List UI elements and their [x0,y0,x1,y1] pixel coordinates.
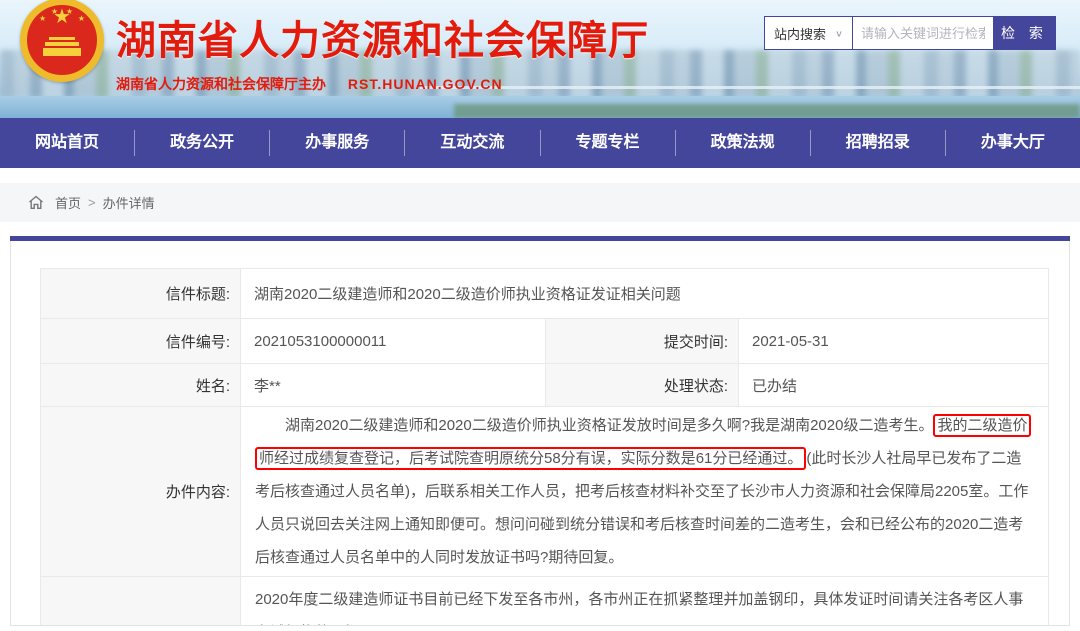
emblem-small-star-icon: ★ [66,8,73,16]
table-row-letter-number: 信件编号: 2021053100000011 提交时间: 2021-05-31 [41,319,1049,364]
field-label-letter-number: 信件编号: [41,319,241,364]
text-segment: 2020年度二级建造师证书目前已经下发至各市州，各市州正在抓紧整理并加盖钢印，具… [255,591,1023,626]
nav-item-0[interactable]: 网站首页 [0,118,134,168]
search-scope-select[interactable]: 站内搜索 ∨ [765,17,853,49]
home-icon[interactable] [28,195,44,210]
nav-item-1[interactable]: 政务公开 [135,118,269,168]
site-url: RST.HUNAN.GOV.CN [348,76,503,92]
table-row-reply: 答复内容 2020年度二级建造师证书目前已经下发至各市州，各市州正在抓紧整理并加… [41,577,1049,627]
main-nav: 网站首页政务公开办事服务互动交流专题专栏政策法规招聘招录办事大厅 [0,118,1080,168]
field-value-letter-number: 2021053100000011 [241,319,546,364]
field-label-submit-time: 提交时间: [546,319,739,364]
emblem-small-star-icon: ★ [51,8,58,16]
nav-item-5[interactable]: 政策法规 [676,118,810,168]
field-label-name: 姓名: [41,364,241,407]
field-value-letter-title: 湖南2020二级建造师和2020二级造价师执业资格证发证相关问题 [241,269,1049,319]
emblem-gate-icon [43,35,81,57]
field-value-content: 湖南2020二级建造师和2020二级造价师执业资格证发放时间是多久啊?我是湖南2… [241,407,1049,577]
field-label-status: 处理状态: [546,364,739,407]
nav-item-2[interactable]: 办事服务 [270,118,404,168]
national-emblem-logo: ★ ★ ★ ★ ★ [20,0,104,82]
nav-item-7[interactable]: 办事大厅 [946,118,1080,168]
site-subtitle: 湖南省人力资源和社会保障厅主办 [116,76,326,92]
field-value-name: 李** [241,364,546,407]
site-search-bar: 站内搜索 ∨ 检 索 [764,16,1056,50]
breadcrumb-home[interactable]: 首页 [55,193,81,212]
site-title: 湖南省人力资源和社会保障厅 [116,8,649,66]
nav-item-6[interactable]: 招聘招录 [811,118,945,168]
content-paragraph: 湖南2020二级建造师和2020二级造价师执业资格证发放时间是多久啊?我是湖南2… [255,409,1036,574]
detail-table: 信件标题: 湖南2020二级建造师和2020二级造价师执业资格证发证相关问题 信… [40,268,1049,626]
breadcrumb: 首页 > 办件详情 [0,183,1080,222]
table-row-letter-title: 信件标题: 湖南2020二级建造师和2020二级造价师执业资格证发证相关问题 [41,269,1049,319]
field-value-status: 已办结 [739,364,1049,407]
search-input[interactable] [853,17,993,49]
site-header: ★ ★ ★ ★ ★ 湖南省人力资源和社会保障厅 湖南省人力资源和社会保障厅主办 … [0,0,1080,118]
search-button[interactable]: 检 索 [993,17,1055,49]
chevron-down-icon: ∨ [835,28,843,38]
field-label-letter-title: 信件标题: [41,269,241,319]
breadcrumb-current: 办件详情 [103,193,155,212]
field-label-reply: 答复内容 [41,577,241,627]
breadcrumb-separator: > [88,195,96,210]
emblem-small-star-icon: ★ [39,15,46,23]
nav-item-3[interactable]: 互动交流 [405,118,539,168]
field-value-reply: 2020年度二级建造师证书目前已经下发至各市州，各市州正在抓紧整理并加盖钢印，具… [241,577,1049,627]
riverbank-decoration [454,104,1080,118]
search-scope-label: 站内搜索 [774,24,826,43]
field-label-content: 办件内容: [41,407,241,577]
reply-paragraph: 2020年度二级建造师证书目前已经下发至各市州，各市州正在抓紧整理并加盖钢印，具… [255,583,1036,626]
site-identity: 湖南省人力资源和社会保障厅 湖南省人力资源和社会保障厅主办 RST.HUNAN.… [116,8,649,94]
detail-panel: 信件标题: 湖南2020二级建造师和2020二级造价师执业资格证发证相关问题 信… [10,241,1070,626]
emblem-small-star-icon: ★ [78,15,85,23]
text-segment: 湖南2020二级建造师和2020二级造价师执业资格证发放时间是多久啊?我是湖南2… [285,417,933,434]
table-row-name-status: 姓名: 李** 处理状态: 已办结 [41,364,1049,407]
nav-item-4[interactable]: 专题专栏 [541,118,675,168]
field-value-submit-time: 2021-05-31 [739,319,1049,364]
table-row-content: 办件内容: 湖南2020二级建造师和2020二级造价师执业资格证发放时间是多久啊… [41,407,1049,577]
